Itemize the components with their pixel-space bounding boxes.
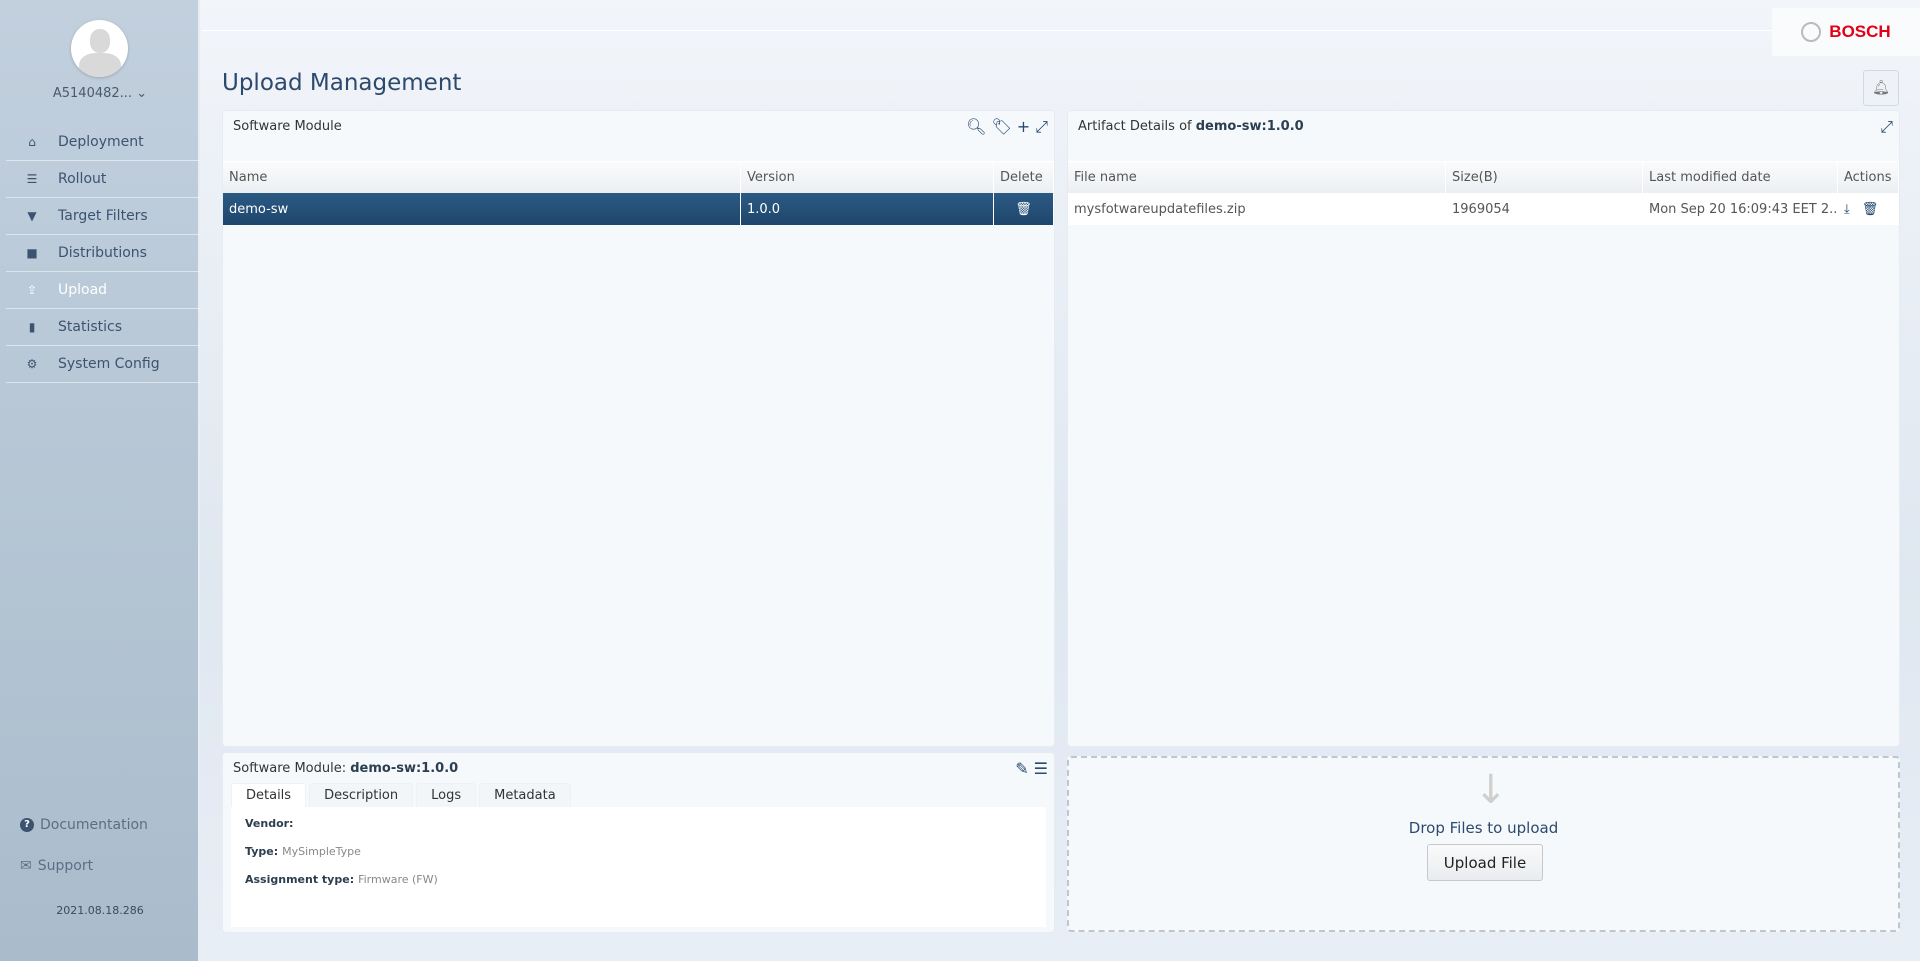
home-icon: ⌂ [28,135,36,149]
column-header-file-name[interactable]: File name [1068,162,1446,193]
brand-logo: BOSCH [1772,8,1920,56]
maximize-icon[interactable]: ⤢ [1880,117,1893,137]
download-icon[interactable]: ⤓ [1844,202,1850,217]
sidebar-item-label: Distributions [58,245,147,261]
details-content: Vendor: Type: MySimpleType Assignment type:… [231,807,1046,927]
field-value: Firmware (FW) [358,873,438,886]
software-module-details-panel: Software Module: demo-sw:1.0.0 ✎ ☰ Detai… [222,752,1055,933]
cell-actions: ⤓ 🗑︎ [1838,193,1899,225]
list-icon: ☰ [26,172,38,186]
field-label: Type: [245,845,279,858]
user-menu[interactable]: A5140482... ⌄ [0,86,200,101]
gear-icon: ⚙ [26,357,38,371]
column-header-delete: Delete [994,162,1054,193]
bell-icon: 🔔︎ [1872,80,1890,96]
cell-modified: Mon Sep 20 16:09:43 EET 2... [1643,193,1838,225]
sidebar-item-distributions[interactable]: ■ Distributions [6,235,200,272]
sidebar: A5140482... ⌄ ⌂ Deployment ☰ Rollout ▼ Target… [0,0,200,961]
upload-file-button[interactable]: Upload File [1427,844,1543,881]
upload-icon: ⇪ [26,283,38,297]
page-title: Upload Management [222,70,462,96]
delete-button[interactable]: 🗑︎ [994,193,1054,225]
table-row[interactable]: mysfotwareupdatefiles.zip 1969054 Mon Se… [1068,193,1899,225]
chevron-down-icon: ⌄ [136,86,148,101]
help-icon: ? [20,818,34,832]
panel-title: Software Module: demo-sw:1.0.0 [233,761,459,776]
sidebar-item-rollout[interactable]: ☰ Rollout [6,161,200,198]
field-label: Vendor: [245,817,294,830]
tab-details[interactable]: Details [231,783,307,807]
maximize-icon[interactable]: ⤢ [1035,117,1048,137]
briefcase-icon: ■ [26,246,38,260]
documentation-link[interactable]: ? Documentation [20,817,148,833]
tag-icon[interactable]: 🏷︎ [991,117,1011,137]
cell-name: demo-sw [223,193,741,225]
column-header-version[interactable]: Version [741,162,994,193]
sidebar-item-label: System Config [58,356,160,372]
bar-chart-icon: ▮ [28,320,36,334]
file-drop-zone[interactable]: ↓ Drop Files to upload Upload File [1067,756,1900,932]
trash-icon[interactable]: 🗑︎ [1862,202,1879,217]
column-header-actions: Actions [1838,162,1899,193]
edit-icon[interactable]: ✎ [1015,759,1028,778]
add-icon[interactable]: + [1017,117,1030,137]
tab-logs[interactable]: Logs [416,783,477,807]
search-icon[interactable]: 🔍︎ [966,117,986,137]
sidebar-item-upload[interactable]: ⇪ Upload [6,272,200,309]
bosch-logo-icon [1801,22,1822,42]
filter-icon: ▼ [27,209,37,223]
tab-metadata[interactable]: Metadata [479,783,571,807]
column-header-size[interactable]: Size(B) [1446,162,1643,193]
sidebar-item-deployment[interactable]: ⌂ Deployment [6,124,200,161]
arrow-down-icon: ↓ [1474,767,1508,813]
drop-text: Drop Files to upload [1408,819,1559,837]
notification-button[interactable]: 🔔︎ [1863,70,1899,106]
sidebar-item-system-config[interactable]: ⚙ System Config [6,346,200,383]
sidebar-menu: ⌂ Deployment ☰ Rollout ▼ Target Filters ■ Distr… [0,124,200,383]
cell-version: 1.0.0 [741,193,994,225]
sidebar-item-label: Target Filters [58,208,148,224]
sidebar-item-label: Rollout [58,171,107,187]
sidebar-item-label: Deployment [58,134,144,150]
artifact-details-panel: Artifact Details of demo-sw:1.0.0 ⤢ File… [1067,110,1900,747]
field-label: Assignment type: [245,873,355,886]
table-header: File name Size(B) Last modified date Act… [1068,161,1899,193]
table-header: Name Version Delete [223,161,1054,193]
software-module-panel: Software Module 🔍︎ 🏷︎ + ⤢ Name Version D… [222,110,1055,747]
avatar[interactable] [71,20,128,77]
envelope-icon: ✉ [20,858,32,874]
detail-field: Type: MySimpleType [245,845,1032,858]
version-label: 2021.08.18.286 [56,904,144,917]
details-tabs: Details Description Logs Metadata [231,783,571,807]
table-row[interactable]: demo-sw 1.0.0 🗑︎ [223,193,1054,225]
panel-title: Software Module [233,119,342,134]
trash-icon: 🗑︎ [1015,201,1032,217]
sidebar-item-statistics[interactable]: ▮ Statistics [6,309,200,346]
detail-field: Vendor: [245,817,1032,830]
detail-field: Assignment type: Firmware (FW) [245,873,1032,886]
column-header-modified[interactable]: Last modified date [1643,162,1838,193]
panel-title: Artifact Details of demo-sw:1.0.0 [1078,119,1304,134]
support-link[interactable]: ✉ Support [20,858,93,874]
field-value: MySimpleType [282,845,361,858]
sidebar-item-target-filters[interactable]: ▼ Target Filters [6,198,200,235]
list-icon[interactable]: ☰ [1034,759,1048,778]
sidebar-item-label: Upload [58,282,108,298]
sidebar-item-label: Statistics [58,319,122,335]
tab-description[interactable]: Description [309,783,414,807]
cell-size: 1969054 [1446,193,1643,225]
column-header-name[interactable]: Name [223,162,741,193]
divider [202,30,1920,31]
cell-file-name: mysfotwareupdatefiles.zip [1068,193,1446,225]
